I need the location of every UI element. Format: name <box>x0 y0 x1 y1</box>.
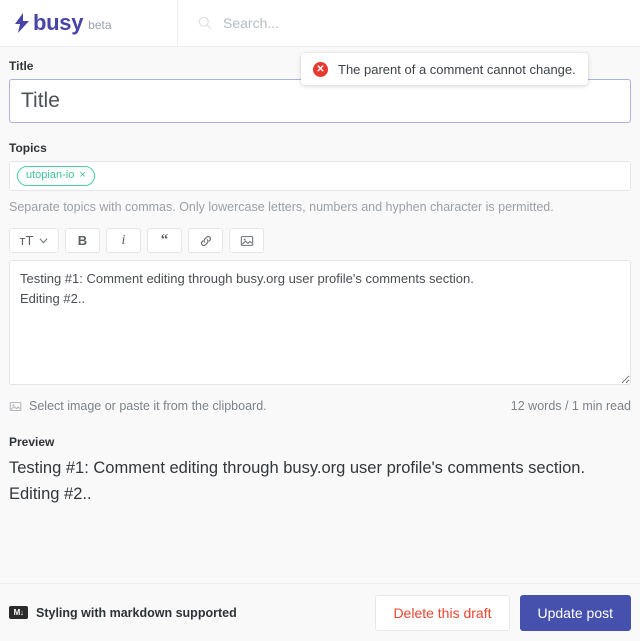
link-button[interactable] <box>188 228 223 253</box>
image-icon <box>9 401 22 411</box>
preview-text: Testing #1: Comment editing through busy… <box>9 459 586 503</box>
error-message: The parent of a comment cannot change. <box>338 61 576 77</box>
update-post-button[interactable]: Update post <box>519 594 631 631</box>
topic-remove-icon[interactable]: × <box>79 169 85 182</box>
title-input[interactable] <box>9 79 631 123</box>
search-input[interactable] <box>221 14 485 32</box>
markdown-support-note: M↓ Styling with markdown supported <box>9 606 237 620</box>
top-navigation-bar: busy beta <box>0 0 640 47</box>
editor-toolbar: тT B i “ <box>9 228 631 253</box>
editor-footer: Select image or paste it from the clipbo… <box>9 399 631 413</box>
error-circle-icon: ✕ <box>313 61 328 77</box>
topics-label: Topics <box>9 141 47 155</box>
search-icon <box>198 16 212 30</box>
italic-button[interactable]: i <box>106 228 141 253</box>
action-buttons: Delete this draft Update post <box>375 594 631 631</box>
markdown-note-text: Styling with markdown supported <box>36 605 237 620</box>
link-icon <box>200 235 211 246</box>
heading-icon: тT <box>19 233 34 248</box>
delete-draft-button[interactable]: Delete this draft <box>375 594 510 631</box>
brand-logo[interactable]: busy beta <box>0 0 178 46</box>
topics-helper-text: Separate topics with commas. Only lowerc… <box>9 200 554 214</box>
action-bar: M↓ Styling with markdown supported Delet… <box>0 583 640 641</box>
topics-input[interactable]: utopian-io × <box>9 161 631 191</box>
error-notification[interactable]: ✕ The parent of a comment cannot change. <box>301 53 588 85</box>
image-icon <box>240 235 253 246</box>
topic-tag-label: utopian-io <box>26 169 75 182</box>
post-editor-form: Title Topics utopian-io × Separate topic… <box>0 47 640 507</box>
bold-button[interactable]: B <box>65 228 100 253</box>
image-hint[interactable]: Select image or paste it from the clipbo… <box>9 399 267 413</box>
markdown-editor: тT B i “ Testing #1: Comment editing thr… <box>9 228 631 413</box>
quote-button[interactable]: “ <box>147 228 182 253</box>
word-count: 12 words / 1 min read <box>510 399 631 413</box>
brand-beta-tag: beta <box>88 18 112 32</box>
chevron-down-icon <box>39 238 48 244</box>
markdown-textarea[interactable] <box>9 260 631 385</box>
topic-tag[interactable]: utopian-io × <box>17 166 95 186</box>
image-button[interactable] <box>229 228 264 253</box>
brand-name: busy <box>33 10 84 35</box>
heading-button[interactable]: тT <box>9 228 59 253</box>
search-area[interactable] <box>178 0 640 46</box>
markdown-icon: M↓ <box>9 606 28 619</box>
lightning-bolt-icon <box>15 13 29 33</box>
preview-section: Preview Testing #1: Comment editing thro… <box>9 435 631 507</box>
preview-label: Preview <box>9 435 55 449</box>
image-hint-text: Select image or paste it from the clipbo… <box>29 399 267 413</box>
